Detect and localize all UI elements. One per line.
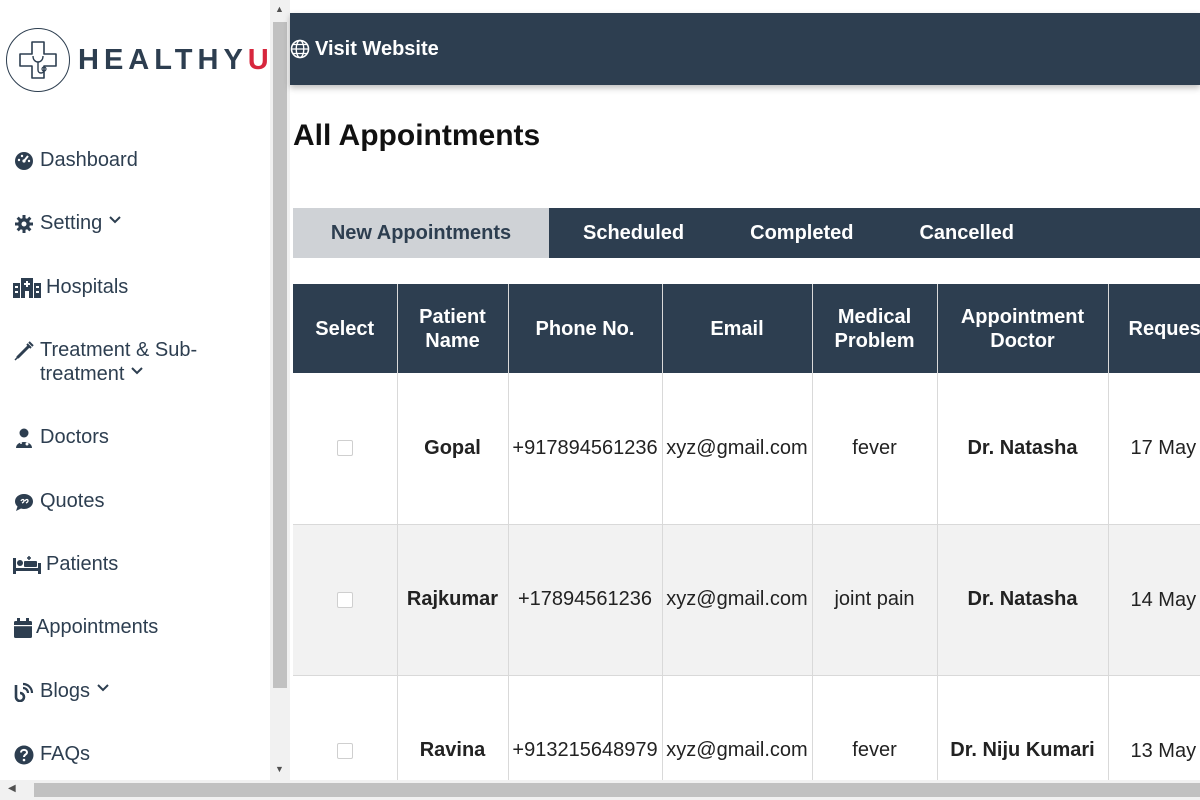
doctor-icon xyxy=(13,428,35,449)
hospital-icon xyxy=(13,277,41,298)
sidebar-item-label: Setting xyxy=(40,212,103,235)
phone-cell: +17894561236 xyxy=(508,524,663,676)
sidebar-item-treatment-label: Treatment & Sub-treatment xyxy=(40,338,250,386)
medical-cross-icon xyxy=(6,28,70,92)
select-cell xyxy=(293,675,398,780)
sidebar-item-hospitals[interactable]: Hospitals xyxy=(13,275,250,338)
select-cell xyxy=(293,524,398,676)
table-row: Gopal +917894561236 xyz@gmail.com fever … xyxy=(293,373,1200,525)
bed-icon xyxy=(13,555,41,575)
sidebar: HEALTHYU Dashboard Setting Hospitals Tre… xyxy=(0,0,270,780)
sidebar-item-appointments[interactable]: Appointments xyxy=(13,615,250,678)
table-header-row: Select Patient Name Phone No. Email Medi… xyxy=(293,284,1200,373)
email-cell: xyz@gmail.com xyxy=(662,373,813,525)
chevron-down-icon xyxy=(130,362,144,386)
email-cell: xyz@gmail.com xyxy=(662,675,813,780)
row-select-checkbox[interactable] xyxy=(336,440,353,457)
page-horizontal-scrollbar[interactable]: ◀ xyxy=(0,780,1200,800)
brand-logo[interactable]: HEALTHYU xyxy=(6,27,270,93)
phone-cell: +917894561236 xyxy=(508,373,663,525)
patient-name-cell: Ravina xyxy=(397,675,509,780)
select-cell xyxy=(293,373,398,525)
brand-name: HEALTHYU xyxy=(78,44,270,77)
column-header-phone: Phone No. xyxy=(508,284,663,373)
sidebar-item-label: Blogs xyxy=(40,679,91,702)
sidebar-item-label: Patients xyxy=(46,552,119,575)
visit-website-link[interactable]: Visit Website xyxy=(290,38,439,61)
brand-name-main: HEALTHY xyxy=(78,43,248,76)
appointment-tabs: New Appointments Scheduled Completed Can… xyxy=(293,208,1200,258)
horizontal-scrollbar-thumb[interactable] xyxy=(34,783,1200,797)
question-icon xyxy=(13,745,35,765)
chevron-down-icon xyxy=(96,679,110,703)
column-header-email: Email xyxy=(662,284,813,373)
sidebar-scrollbar-thumb[interactable] xyxy=(273,22,287,688)
email-cell: xyz@gmail.com xyxy=(662,524,813,676)
tab-scheduled[interactable]: Scheduled xyxy=(549,208,717,258)
medical-problem-cell: fever xyxy=(812,675,938,780)
appointments-table-container: Select Patient Name Phone No. Email Medi… xyxy=(293,284,1200,780)
comment-icon xyxy=(13,492,35,512)
sidebar-nav: Dashboard Setting Hospitals Treatment & … xyxy=(13,148,250,780)
chevron-down-icon xyxy=(108,211,122,235)
dashboard-icon xyxy=(13,151,35,171)
sidebar-item-label: Doctors xyxy=(40,426,109,449)
sidebar-item-label: Treatment & Sub-treatment xyxy=(40,339,198,386)
scroll-left-icon[interactable]: ◀ xyxy=(8,783,16,794)
tab-completed[interactable]: Completed xyxy=(717,208,886,258)
sidebar-item-label: Dashboard xyxy=(40,149,138,171)
doctor-cell: Dr. Natasha xyxy=(937,373,1109,525)
blog-icon xyxy=(13,682,35,702)
top-bar: Visit Website xyxy=(290,13,1200,85)
sidebar-item-label: Appointments xyxy=(36,616,159,639)
patient-name-cell: Rajkumar xyxy=(397,524,509,676)
doctor-cell: Dr. Niju Kumari xyxy=(937,675,1109,780)
tab-new-appointments[interactable]: New Appointments xyxy=(293,208,549,258)
page-title: All Appointments xyxy=(293,119,541,152)
calendar-icon xyxy=(13,618,33,639)
brand-name-accent: U xyxy=(247,43,270,76)
table-row: Ravina +913215648979 xyz@gmail.com fever… xyxy=(293,675,1200,780)
sidebar-item-label: FAQs xyxy=(40,743,91,766)
medical-problem-cell: fever xyxy=(812,373,938,525)
column-header-select: Select xyxy=(293,284,398,373)
gear-icon xyxy=(13,214,35,234)
patient-name-cell: Gopal xyxy=(397,373,509,525)
sidebar-item-label: Hospitals xyxy=(46,275,129,298)
doctor-cell: Dr. Natasha xyxy=(937,524,1109,676)
appointments-table: Select Patient Name Phone No. Email Medi… xyxy=(293,284,1200,780)
column-header-patient-name: Patient Name xyxy=(397,284,509,373)
sidebar-item-patients[interactable]: Patients xyxy=(13,552,250,615)
sidebar-item-setting[interactable]: Setting xyxy=(13,211,250,274)
phone-cell: +913215648979 xyxy=(508,675,663,780)
scroll-up-icon[interactable]: ▲ xyxy=(275,4,284,14)
visit-website-label: Visit Website xyxy=(315,37,439,60)
column-header-medical-problem: Medical Problem xyxy=(812,284,938,373)
sidebar-scrollbar[interactable]: ▲ ▼ xyxy=(270,0,290,780)
sidebar-item-quotes[interactable]: Quotes xyxy=(13,489,250,552)
row-select-checkbox[interactable] xyxy=(336,742,353,759)
table-row: Rajkumar +17894561236 xyz@gmail.com join… xyxy=(293,524,1200,676)
medical-problem-cell: joint pain xyxy=(812,524,938,676)
sidebar-item-treatment[interactable]: Treatment & Sub-treatment xyxy=(13,338,250,425)
row-select-checkbox[interactable] xyxy=(336,591,353,608)
column-header-appointment-doctor: Appointment Doctor xyxy=(937,284,1109,373)
globe-icon xyxy=(290,39,310,59)
tab-cancelled[interactable]: Cancelled xyxy=(886,208,1046,258)
request-date-cell: 13 May 2024 xyxy=(1108,675,1200,780)
sidebar-item-blogs[interactable]: Blogs xyxy=(13,679,250,742)
sidebar-item-dashboard[interactable]: Dashboard xyxy=(13,148,250,211)
scroll-down-icon[interactable]: ▼ xyxy=(275,764,284,774)
syringe-icon xyxy=(13,341,35,361)
sidebar-item-faqs[interactable]: FAQs xyxy=(13,742,250,780)
sidebar-item-doctors[interactable]: Doctors xyxy=(13,425,250,488)
request-date-cell: 17 May 2024 xyxy=(1108,373,1200,525)
request-date-cell: 14 May 2024 xyxy=(1108,524,1200,676)
sidebar-item-label: Quotes xyxy=(40,489,105,512)
column-header-request-date: Request Date xyxy=(1108,284,1200,373)
